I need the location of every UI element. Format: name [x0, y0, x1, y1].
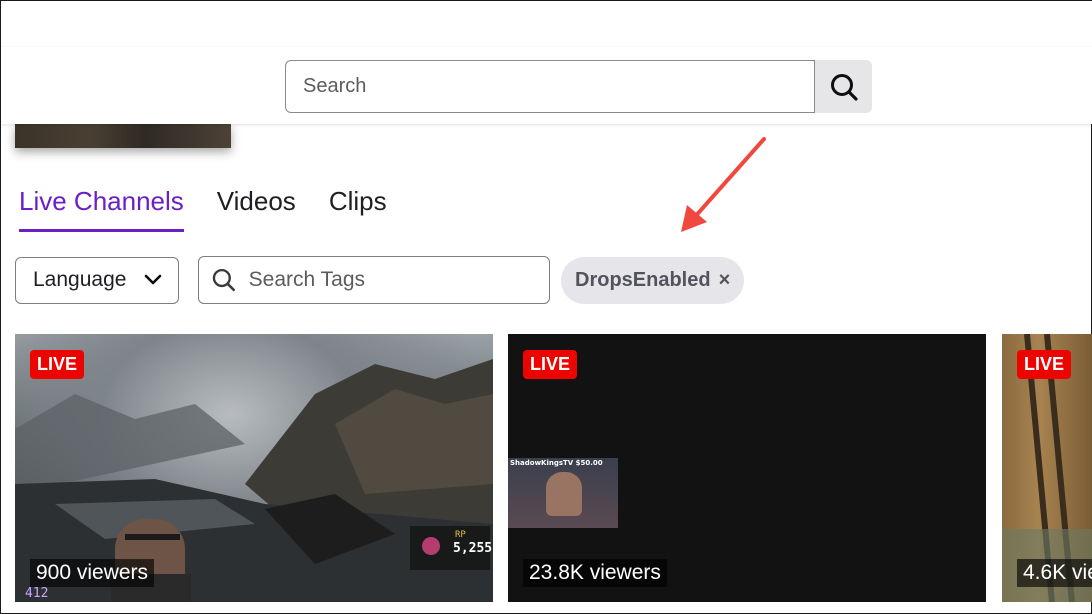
tag-search-input[interactable]	[246, 267, 537, 293]
search-input[interactable]	[285, 60, 815, 113]
search-bar	[285, 60, 872, 113]
streamer-silhouette	[546, 472, 582, 516]
search-button[interactable]	[815, 60, 872, 113]
live-badge: LIVE	[1017, 350, 1072, 379]
language-dropdown[interactable]: Language	[15, 256, 179, 304]
tag-chip-label: DropsEnabled	[575, 268, 711, 291]
hud-rp-value: 5,255	[453, 541, 493, 556]
tab-clips[interactable]: Clips	[329, 186, 387, 232]
viewer-count: 900 viewers	[30, 559, 155, 587]
tab-live-channels[interactable]: Live Channels	[19, 186, 184, 232]
live-badge: LIVE	[523, 350, 578, 379]
channel-thumbnail-partial[interactable]	[15, 124, 231, 148]
viewer-count: 4.6K vie	[1017, 559, 1092, 587]
tag-chip-dropsenabled[interactable]: DropsEnabled ×	[561, 256, 745, 304]
hud-rp-label: RP	[455, 530, 466, 540]
hud-counter: 412	[25, 586, 49, 601]
search-icon	[830, 73, 858, 101]
stream-card[interactable]: RP 5,255 412 LIVE 900 viewers	[15, 334, 493, 602]
webcam-title: ShadowKingsTV $50.00	[510, 459, 603, 467]
browser-top-bar	[1, 1, 1092, 48]
webcam-overlay: ShadowKingsTV $50.00	[508, 458, 618, 528]
search-icon	[212, 268, 235, 292]
live-badge: LIVE	[30, 350, 85, 379]
tab-videos[interactable]: Videos	[217, 186, 296, 232]
content-tabs: Live Channels Videos Clips	[19, 186, 420, 232]
chevron-down-icon	[144, 274, 162, 285]
annotation-arrow	[681, 137, 766, 232]
stream-card[interactable]: LIVE 4.6K vie	[1002, 334, 1092, 602]
viewer-count: 23.8K viewers	[523, 559, 667, 587]
remove-tag-icon[interactable]: ×	[719, 269, 731, 292]
stream-card[interactable]: ShadowKingsTV $50.00 LIVE 23.8K viewers	[508, 334, 986, 602]
site-header	[1, 47, 1092, 124]
tag-search-box	[198, 256, 550, 304]
language-label: Language	[33, 268, 127, 291]
filter-bar: Language DropsEnabled ×	[15, 256, 745, 304]
